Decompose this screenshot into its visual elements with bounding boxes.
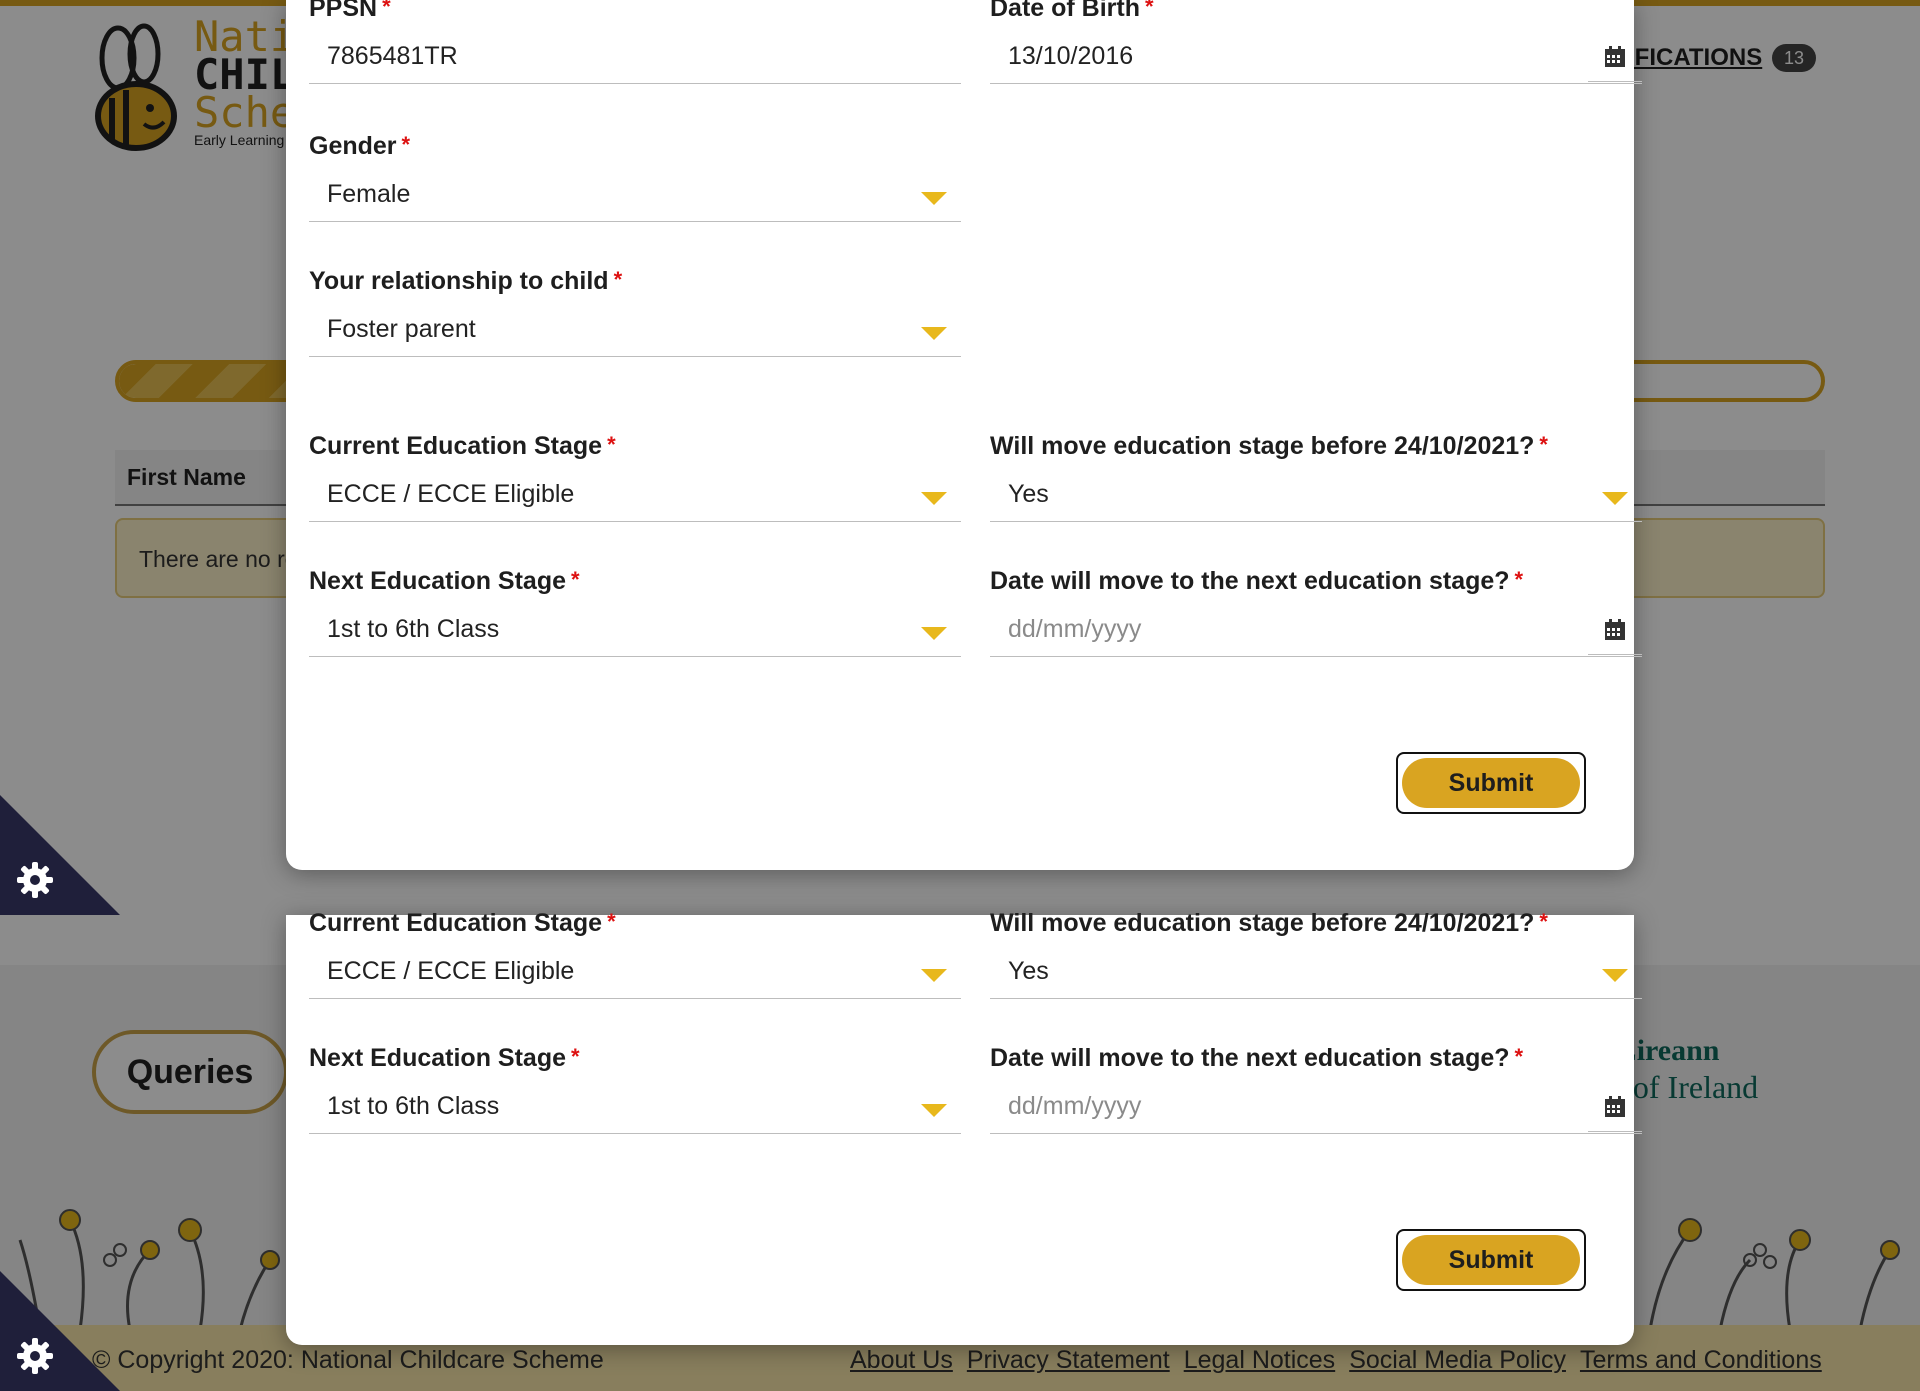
- move-date-label-text: Date will move to the next education sta…: [990, 567, 1510, 595]
- required-marker: *: [382, 0, 391, 19]
- current-education-stage-label: Current Education Stage *: [309, 909, 616, 938]
- will-move-stage-label: Will move education stage before 24/10/2…: [990, 909, 1548, 938]
- chevron-down-icon: [1602, 492, 1628, 505]
- required-marker: *: [607, 909, 616, 934]
- required-marker: *: [607, 432, 616, 457]
- move-date-input[interactable]: dd/mm/yyyy: [990, 1086, 1642, 1134]
- will-move-stage-select[interactable]: Yes: [990, 951, 1642, 999]
- current-education-stage-label-text: Current Education Stage: [309, 909, 603, 937]
- move-date-calendar-button[interactable]: [1588, 607, 1642, 655]
- next-education-stage-select[interactable]: 1st to 6th Class: [309, 1086, 961, 1134]
- required-marker: *: [571, 1044, 580, 1069]
- current-education-stage-select[interactable]: ECCE / ECCE Eligible: [309, 951, 961, 999]
- current-education-stage-label-text: Current Education Stage: [309, 432, 603, 460]
- submit-button-label: Submit: [1402, 758, 1580, 808]
- chevron-down-icon: [921, 627, 947, 640]
- submit-button[interactable]: Submit: [1396, 1229, 1586, 1291]
- required-marker: *: [571, 567, 580, 592]
- chevron-down-icon: [921, 327, 947, 340]
- gender-select[interactable]: Female: [309, 174, 961, 222]
- next-education-stage-value: 1st to 6th Class: [327, 1092, 500, 1120]
- chevron-down-icon: [921, 1104, 947, 1117]
- chevron-down-icon: [921, 492, 947, 505]
- next-education-stage-label-text: Next Education Stage: [309, 1044, 566, 1072]
- current-education-stage-value: ECCE / ECCE Eligible: [327, 480, 575, 508]
- next-education-stage-label: Next Education Stage *: [309, 1044, 580, 1073]
- required-marker: *: [401, 132, 411, 157]
- submit-button[interactable]: Submit: [1396, 752, 1586, 814]
- ppsn-input[interactable]: 7865481TR: [309, 36, 961, 84]
- add-child-modal: PPSN * 7865481TR Date of Birth * 13/10/201…: [286, 0, 1642, 870]
- required-marker: *: [1514, 1044, 1524, 1069]
- move-date-label: Date will move to the next education sta…: [990, 1044, 1523, 1073]
- move-date-placeholder: dd/mm/yyyy: [1008, 615, 1142, 643]
- calendar-icon: [1605, 1096, 1625, 1117]
- will-move-stage-label: Will move education stage before 24/10/2…: [990, 432, 1548, 461]
- current-education-stage-value: ECCE / ECCE Eligible: [327, 957, 575, 985]
- ppsn-value: 7865481TR: [327, 42, 458, 70]
- next-education-stage-label-text: Next Education Stage: [309, 567, 566, 595]
- will-move-stage-select[interactable]: Yes: [990, 474, 1642, 522]
- cookie-settings-button[interactable]: [0, 795, 120, 915]
- gear-icon: [17, 862, 53, 898]
- calendar-icon: [1605, 46, 1625, 67]
- date-of-birth-label-text: Date of Birth: [990, 0, 1140, 22]
- move-date-placeholder: dd/mm/yyyy: [1008, 1092, 1142, 1120]
- required-marker: *: [1145, 0, 1154, 19]
- gender-label-text: Gender: [309, 132, 397, 160]
- date-of-birth-value: 13/10/2016: [1008, 42, 1134, 70]
- ppsn-label-text: PPSN: [309, 0, 378, 22]
- cookie-settings-button[interactable]: [0, 1271, 120, 1391]
- current-education-stage-label: Current Education Stage *: [309, 432, 616, 461]
- gear-icon: [17, 1338, 53, 1374]
- date-of-birth-label: Date of Birth *: [990, 0, 1154, 23]
- next-education-stage-value: 1st to 6th Class: [327, 615, 500, 643]
- move-date-calendar-button[interactable]: [1588, 1084, 1642, 1132]
- relationship-value: Foster parent: [327, 315, 476, 343]
- move-date-label: Date will move to the next education sta…: [990, 567, 1523, 596]
- move-date-input[interactable]: dd/mm/yyyy: [990, 609, 1642, 657]
- required-marker: *: [1539, 909, 1548, 934]
- chevron-down-icon: [1602, 969, 1628, 982]
- will-move-stage-value: Yes: [1008, 480, 1049, 508]
- will-move-stage-value: Yes: [1008, 957, 1049, 985]
- date-of-birth-input[interactable]: 13/10/2016: [990, 36, 1642, 84]
- gender-value: Female: [327, 180, 411, 208]
- submit-button-label: Submit: [1402, 1235, 1580, 1285]
- add-child-modal-lower: Current Education Stage * ECCE / ECCE Eli…: [286, 909, 1642, 1345]
- current-education-stage-select[interactable]: ECCE / ECCE Eligible: [309, 474, 961, 522]
- ppsn-label: PPSN *: [309, 0, 391, 23]
- date-of-birth-calendar-button[interactable]: [1588, 34, 1642, 82]
- will-move-stage-label-text: Will move education stage before 24/10/2…: [990, 909, 1535, 937]
- relationship-label: Your relationship to child *: [309, 267, 622, 296]
- next-education-stage-select[interactable]: 1st to 6th Class: [309, 609, 961, 657]
- will-move-stage-label-text: Will move education stage before 24/10/2…: [990, 432, 1535, 460]
- move-date-label-text: Date will move to the next education sta…: [990, 1044, 1510, 1072]
- chevron-down-icon: [921, 192, 947, 205]
- relationship-label-text: Your relationship to child: [309, 267, 609, 295]
- gender-label: Gender *: [309, 132, 410, 161]
- required-marker: *: [1539, 432, 1548, 457]
- chevron-down-icon: [921, 969, 947, 982]
- required-marker: *: [1514, 567, 1524, 592]
- relationship-select[interactable]: Foster parent: [309, 309, 961, 357]
- calendar-icon: [1605, 619, 1625, 640]
- required-marker: *: [613, 267, 623, 292]
- next-education-stage-label: Next Education Stage *: [309, 567, 580, 596]
